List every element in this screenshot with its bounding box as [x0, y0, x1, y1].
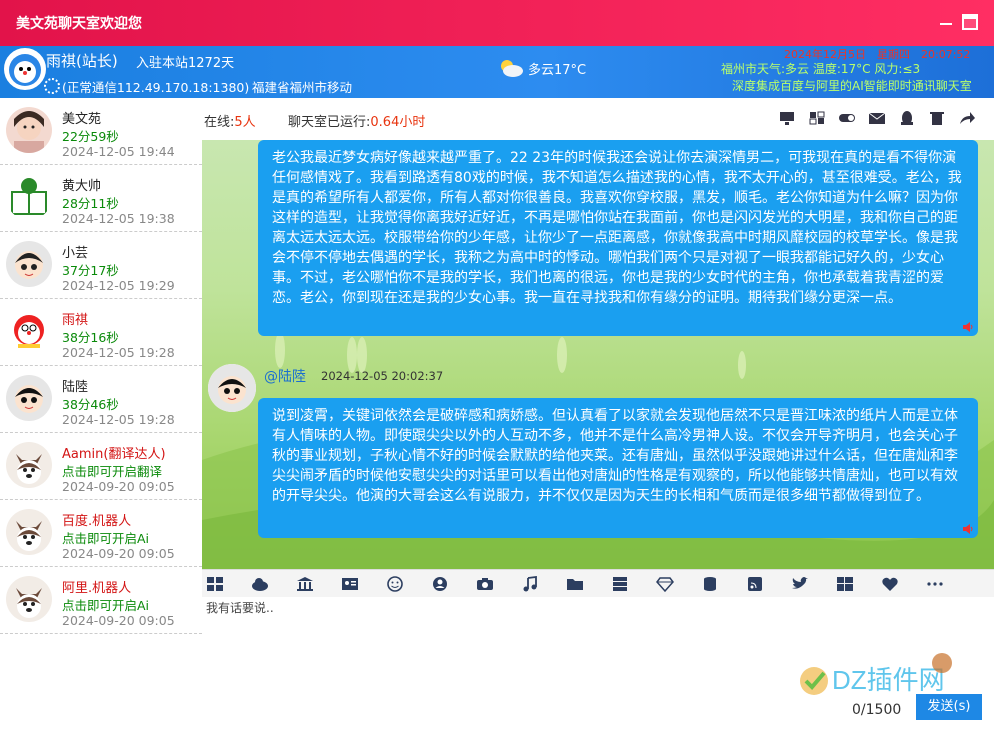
user-name: 百度.机器人 [62, 514, 132, 529]
camera-icon[interactable] [476, 576, 494, 592]
online-count: 在线:5人 [204, 115, 256, 130]
user-item[interactable]: 黄大帅 28分11秒 2024-12-05 19:38 [0, 165, 202, 232]
user-time: 2024-12-05 19:28 [62, 412, 175, 427]
user-duration: 点击即可开启Ai [62, 531, 150, 546]
input-toolbar [202, 569, 994, 598]
loading-icon [44, 78, 60, 94]
user-item[interactable]: 阿里.机器人 点击即可开启Ai 2024-09-20 09:05 [0, 567, 202, 634]
user-avatar [6, 576, 52, 622]
sender-avatar[interactable] [208, 364, 256, 412]
user-item[interactable]: 美文苑 22分59秒 2024-12-05 19:44 [0, 98, 202, 165]
message-text: 老公我最近梦女病好像越来越严重了。22 23年的时候我还会说让你去演深情男二，可… [272, 150, 962, 306]
weather-ticker: 福州市天气:多云 温度:17°C 风力:≤3 [721, 62, 921, 76]
windows-icon[interactable] [836, 576, 854, 592]
cloud-icon[interactable] [251, 576, 269, 592]
user-duration: 38分16秒 [62, 330, 119, 345]
user-time: 2024-09-20 09:05 [62, 479, 175, 494]
smile-icon[interactable] [386, 576, 404, 592]
database-icon[interactable] [701, 576, 719, 592]
server-icon[interactable] [611, 576, 629, 592]
music-icon[interactable] [521, 576, 539, 592]
id-card-icon[interactable] [341, 576, 359, 592]
user-item[interactable]: Aamin(翻译达人) 点击即可开启翻译 2024-09-20 09:05 [0, 433, 202, 500]
stay-days: 入驻本站1272天 [136, 56, 235, 71]
user-name: Aamin(翻译达人) [62, 447, 166, 462]
rss-icon[interactable] [746, 576, 764, 592]
user-duration: 38分46秒 [62, 397, 119, 412]
my-username: 雨祺(站长) [46, 52, 118, 70]
ads-ticker: 深度集成百度与阿里的AI智能即时通讯聊天室 [732, 79, 972, 93]
status-bar: 在线:5人 聊天室已运行:0.64小时 [202, 98, 994, 141]
heart-icon[interactable] [881, 576, 899, 592]
user-name: 小芸 [62, 246, 89, 261]
speaker-icon[interactable] [962, 322, 974, 332]
minimize-button[interactable] [938, 14, 954, 30]
user-avatar [6, 174, 52, 220]
user-item[interactable]: 百度.机器人 点击即可开启Ai 2024-09-20 09:05 [0, 500, 202, 567]
send-button[interactable]: 发送(s) [916, 694, 982, 720]
chat-area[interactable]: 老公我最近梦女病好像越来越严重了。22 23年的时候我还会说让你去演深情男二，可… [202, 140, 994, 569]
user-avatar [6, 509, 52, 555]
user-avatar [6, 442, 52, 488]
user-avatar [6, 241, 52, 287]
user-duration: 点击即可开启翻译 [62, 464, 163, 479]
weather-text: 多云17°C [528, 63, 587, 78]
runtime: 聊天室已运行:0.64小时 [288, 115, 426, 130]
maximize-button[interactable] [962, 14, 978, 30]
mail-icon[interactable] [868, 110, 886, 126]
twitter-icon[interactable] [791, 576, 809, 592]
my-avatar[interactable] [4, 48, 46, 90]
folder-icon[interactable] [566, 576, 584, 592]
user-time: 2024-12-05 19:44 [62, 144, 175, 159]
user-header: 雨祺(站长) 入驻本站1272天 (正常通信112.49.170.18:1380… [0, 46, 994, 98]
char-counter: 0/1500 [852, 702, 902, 718]
monitor-icon[interactable] [778, 110, 796, 126]
user-duration: 28分11秒 [62, 196, 119, 211]
trash-icon[interactable] [928, 110, 946, 126]
apps-icon[interactable] [206, 576, 224, 592]
message-input-area: DZ插件网 0/1500 发送(s) [202, 597, 994, 732]
location-text: 福建省福州市移动 [252, 80, 353, 95]
user-item[interactable]: 陆陸 38分46秒 2024-12-05 19:28 [0, 366, 202, 433]
user-circle-icon[interactable] [431, 576, 449, 592]
toggle-icon[interactable] [838, 110, 856, 126]
toolbar [778, 110, 976, 126]
user-duration: 22分59秒 [62, 129, 119, 144]
user-avatar [6, 308, 52, 354]
message-bubble: 说到凌霄，关键词依然会是破碎感和病娇感。但认真看了以家就会发现他居然不只是晋江味… [258, 398, 978, 538]
user-name: 黄大帅 [62, 179, 102, 194]
user-list: 美文苑 22分59秒 2024-12-05 19:44 黄大帅 28分11秒 2… [0, 98, 203, 732]
user-time: 2024-12-05 19:28 [62, 345, 175, 360]
user-name: 雨祺 [62, 313, 89, 328]
user-time: 2024-09-20 09:05 [62, 613, 175, 628]
layout-icon[interactable] [808, 110, 826, 126]
message-bubble: 老公我最近梦女病好像越来越严重了。22 23年的时候我还会说让你去演深情男二，可… [258, 140, 978, 336]
diamond-icon[interactable] [656, 576, 674, 592]
user-name: 阿里.机器人 [62, 581, 132, 596]
user-time: 2024-09-20 09:05 [62, 546, 175, 561]
sender-name[interactable]: @陆陸 [264, 366, 306, 386]
connection-status: (正常通信112.49.170.18:1380) [44, 77, 249, 96]
user-duration: 点击即可开启Ai [62, 598, 150, 613]
user-name: 美文苑 [62, 112, 102, 127]
user-time: 2024-12-05 19:38 [62, 211, 175, 226]
user-avatar [6, 375, 52, 421]
user-duration: 37分17秒 [62, 263, 119, 278]
user-avatar [6, 107, 52, 153]
message-text: 说到凌霄，关键词依然会是破碎感和病娇感。但认真看了以家就会发现他居然不只是晋江味… [272, 408, 958, 504]
svg-text:DZ插件网: DZ插件网 [832, 665, 945, 695]
message-time: 2024-12-05 20:02:37 [321, 369, 444, 383]
more-icon[interactable] [926, 576, 944, 592]
title-bar: 美文苑聊天室欢迎您 [0, 0, 994, 46]
user-time: 2024-12-05 19:29 [62, 278, 175, 293]
user-name: 陆陸 [62, 380, 89, 395]
bank-icon[interactable] [296, 576, 314, 592]
qq-icon[interactable] [898, 110, 916, 126]
cloudy-weather-icon [501, 60, 523, 77]
user-item[interactable]: 小芸 37分17秒 2024-12-05 19:29 [0, 232, 202, 299]
window-title: 美文苑聊天室欢迎您 [16, 16, 142, 32]
speaker-icon[interactable] [962, 524, 974, 534]
share-icon[interactable] [958, 110, 976, 126]
user-item[interactable]: 雨祺 38分16秒 2024-12-05 19:28 [0, 299, 202, 366]
